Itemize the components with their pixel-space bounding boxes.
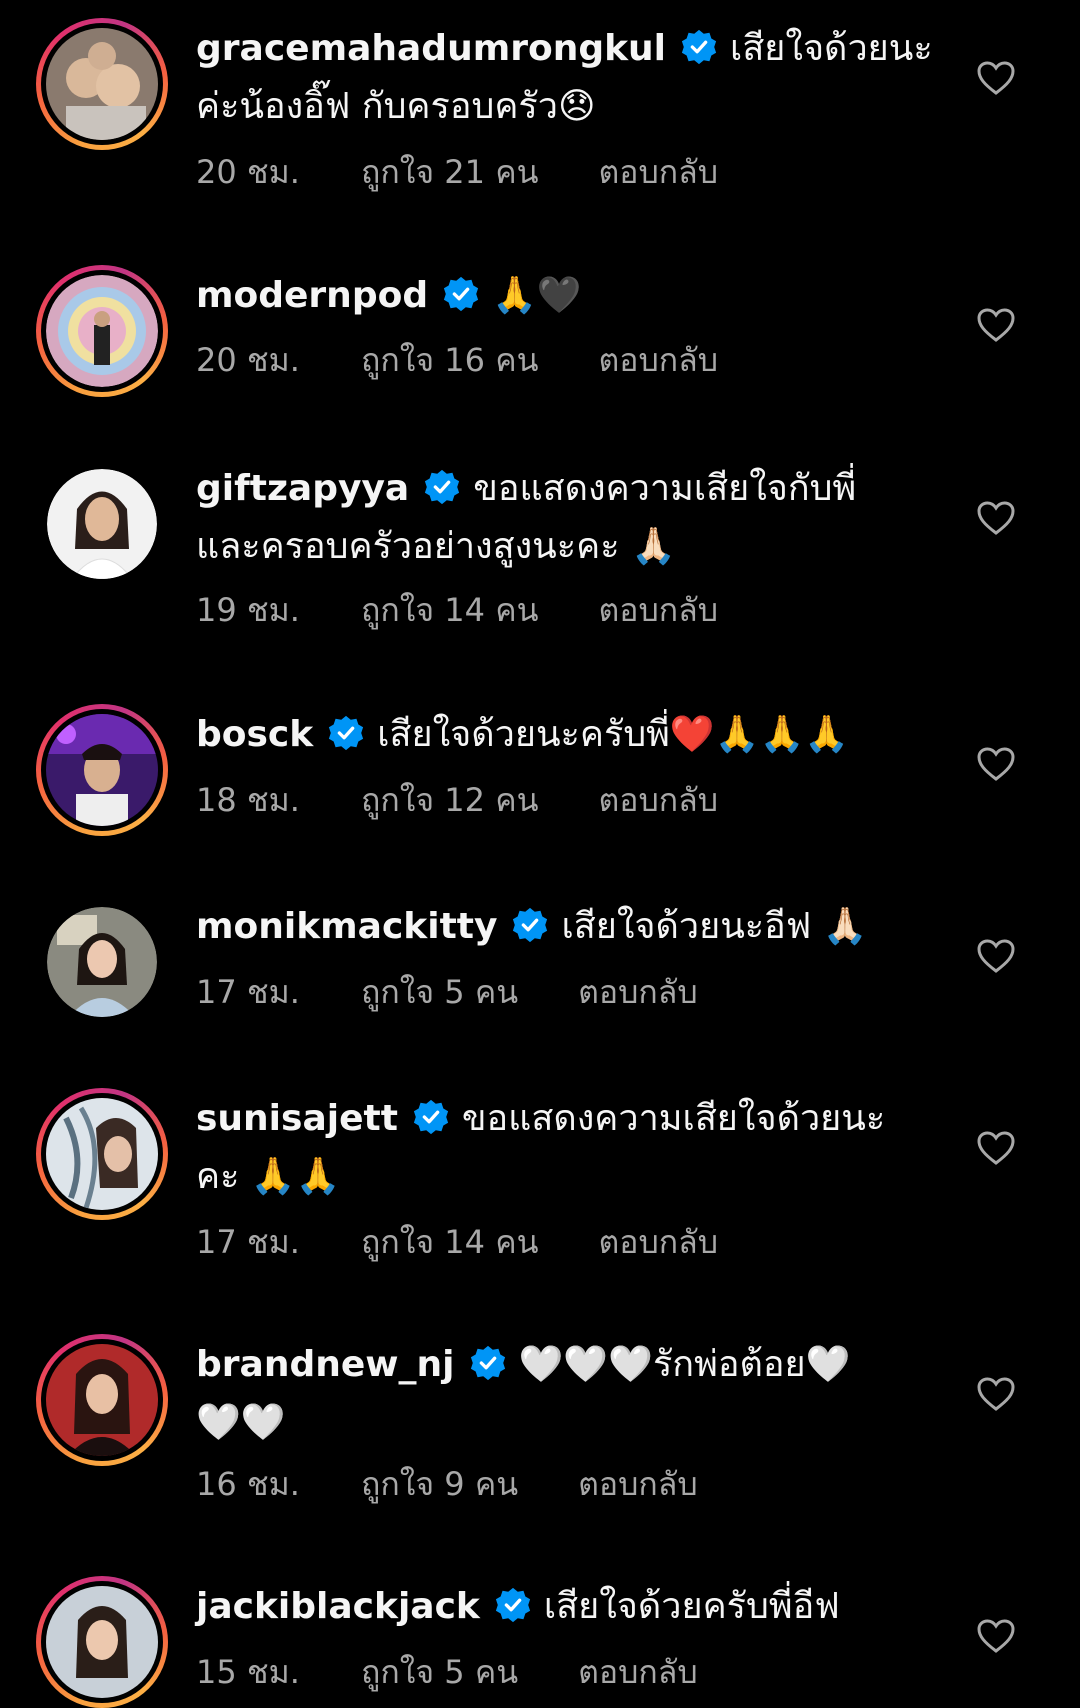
like-count[interactable]: ถูกใจ 12 คน	[361, 778, 538, 822]
verified-badge-icon	[470, 1345, 505, 1381]
reply-button[interactable]: ตอบกลับ	[578, 1462, 698, 1506]
comment-time: 17 ชม.	[196, 1223, 300, 1261]
comment-text: sunisajett ขอแสดงความเสียใจด้วยนะคะ 🙏🙏	[196, 1090, 936, 1206]
heart-icon[interactable]	[976, 1130, 1016, 1166]
reply-button[interactable]: ตอบกลับ	[578, 1650, 698, 1694]
comment-body: ขอแสดงความเสียใจกับพี่	[473, 468, 857, 509]
reply-button[interactable]: ตอบกลับ	[598, 338, 718, 382]
like-count[interactable]: ถูกใจ 5 คน	[361, 1650, 518, 1694]
comment-text: giftzapyya ขอแสดงความเสียใจกับพี่และครอบค…	[196, 460, 936, 576]
avatar[interactable]	[36, 704, 168, 836]
avatar[interactable]	[36, 1334, 168, 1466]
comment-time: 15 ชม.	[196, 1653, 300, 1691]
comment-body: เสียใจด้วยนะครับพี่❤️🙏🙏🙏	[377, 714, 850, 755]
comment-text: gracemahadumrongkul เสียใจด้วยนะค่ะน้องอิ…	[196, 20, 936, 136]
comment-body: ขอแสดงความเสียใจด้วยนะ	[461, 1098, 886, 1139]
reply-button[interactable]: ตอบกลับ	[598, 778, 718, 822]
comment-time: 20 ชม.	[196, 341, 300, 379]
username[interactable]: gracemahadumrongkul	[196, 28, 666, 69]
comment-time: 17 ชม.	[196, 973, 300, 1011]
comment-text: monikmackitty เสียใจด้วยนะอีฟ 🙏🏻	[196, 898, 936, 956]
verified-badge-icon	[329, 715, 364, 751]
heart-icon[interactable]	[976, 500, 1016, 536]
comment-body: เสียใจด้วยครับพี่อีฟ	[543, 1586, 840, 1627]
comment-time: 20 ชม.	[196, 153, 300, 191]
avatar[interactable]	[36, 18, 168, 150]
verified-badge-icon	[513, 907, 548, 943]
like-count[interactable]: ถูกใจ 5 คน	[361, 970, 518, 1014]
heart-icon[interactable]	[976, 1376, 1016, 1412]
username[interactable]: sunisajett	[196, 1098, 398, 1139]
avatar[interactable]	[36, 1088, 168, 1220]
comment-body: เสียใจด้วยนะอีฟ 🙏🏻	[561, 906, 868, 947]
avatar[interactable]	[36, 265, 168, 397]
comment-body-cont: คะ 🙏🙏	[196, 1156, 341, 1197]
comment-body: 🙏🖤	[492, 275, 582, 316]
like-count[interactable]: ถูกใจ 14 คน	[361, 1220, 538, 1264]
heart-icon[interactable]	[976, 938, 1016, 974]
username[interactable]: giftzapyya	[196, 468, 409, 509]
comment-time: 19 ชม.	[196, 591, 300, 629]
comment-text: jackiblackjack เสียใจด้วยครับพี่อีฟ	[196, 1578, 936, 1636]
verified-badge-icon	[443, 276, 479, 312]
username[interactable]: jackiblackjack	[196, 1586, 480, 1627]
reply-button[interactable]: ตอบกลับ	[598, 150, 718, 194]
username[interactable]: monikmackitty	[196, 906, 497, 947]
reply-button[interactable]: ตอบกลับ	[578, 970, 698, 1014]
comment-text: bosck เสียใจด้วยนะครับพี่❤️🙏🙏🙏	[196, 706, 936, 764]
comment-body-cont: ค่ะน้องอิ๊ฟ กับครอบครัว😞	[196, 86, 596, 127]
verified-badge-icon	[495, 1587, 530, 1623]
comment-body-cont: และครอบครัวอย่างสูงนะคะ 🙏🏻	[196, 526, 676, 567]
avatar[interactable]	[36, 458, 168, 590]
like-count[interactable]: ถูกใจ 9 คน	[361, 1462, 518, 1506]
verified-badge-icon	[681, 29, 717, 65]
verified-badge-icon	[413, 1099, 449, 1135]
verified-badge-icon	[425, 469, 460, 505]
heart-icon[interactable]	[976, 307, 1016, 343]
comment-body-cont: 🤍🤍	[196, 1402, 286, 1443]
username[interactable]: bosck	[196, 714, 313, 755]
reply-button[interactable]: ตอบกลับ	[598, 588, 718, 632]
avatar[interactable]	[36, 896, 168, 1028]
username[interactable]: brandnew_nj	[196, 1344, 455, 1385]
avatar[interactable]	[36, 1576, 168, 1708]
heart-icon[interactable]	[976, 1618, 1016, 1654]
comment-time: 16 ชม.	[196, 1465, 300, 1503]
like-count[interactable]: ถูกใจ 16 คน	[361, 338, 538, 382]
comment-body: 🤍🤍🤍รักพ่อต้อย🤍	[518, 1344, 851, 1385]
like-count[interactable]: ถูกใจ 21 คน	[361, 150, 538, 194]
heart-icon[interactable]	[976, 746, 1016, 782]
comment-body: เสียใจด้วยนะ	[730, 28, 933, 69]
comment-text: brandnew_nj 🤍🤍🤍รักพ่อต้อย🤍 🤍🤍	[196, 1336, 936, 1452]
heart-icon[interactable]	[976, 60, 1016, 96]
username[interactable]: modernpod	[196, 275, 428, 316]
like-count[interactable]: ถูกใจ 14 คน	[361, 588, 538, 632]
comment-time: 18 ชม.	[196, 781, 300, 819]
comment-text: modernpod 🙏🖤	[196, 267, 936, 325]
reply-button[interactable]: ตอบกลับ	[598, 1220, 718, 1264]
